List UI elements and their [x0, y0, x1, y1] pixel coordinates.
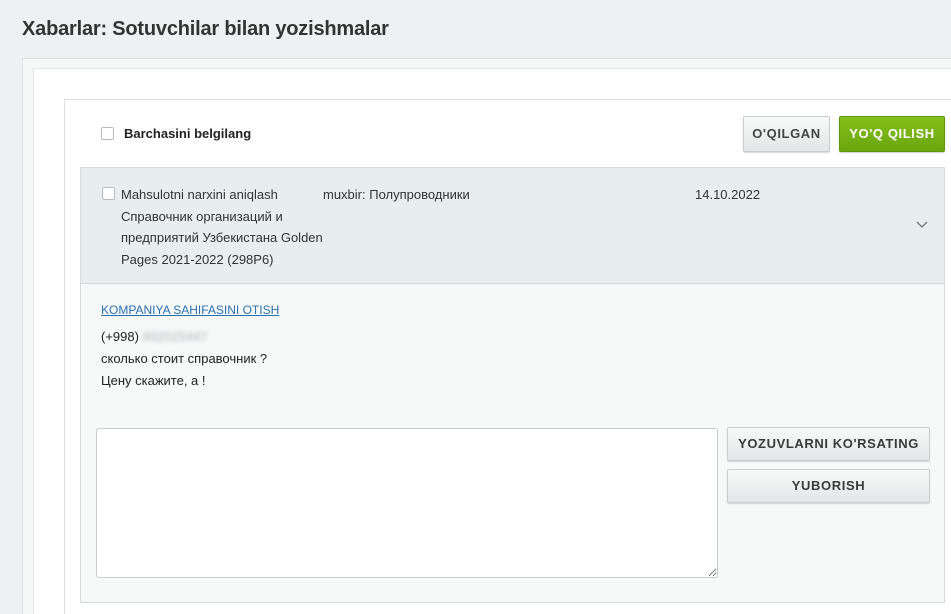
- phone-number: 932025447: [142, 329, 208, 344]
- delete-button[interactable]: YO'Q QILISH: [839, 116, 945, 152]
- reply-textarea[interactable]: [96, 428, 718, 578]
- show-notes-button[interactable]: YOZUVLARNI KO'RSATING: [727, 427, 930, 461]
- message-text-line-1: сколько стоит справочник ?: [101, 351, 268, 366]
- message-sender: muxbir: Полупроводники: [323, 187, 470, 202]
- message-subject: Mahsulotni narxini aniqlash Справочник о…: [121, 187, 323, 267]
- send-button[interactable]: YUBORISH: [727, 469, 930, 503]
- select-all-checkbox[interactable]: [101, 127, 114, 140]
- message-date: 14.10.2022: [695, 187, 761, 202]
- message-checkbox[interactable]: [102, 187, 115, 200]
- chevron-down-icon[interactable]: [915, 219, 929, 229]
- phone-line: (+998) 932025447: [101, 326, 267, 348]
- company-page-link[interactable]: KOMPANIYA SAHIFASINI OTISH: [101, 303, 279, 317]
- select-all-label: Barchasini belgilang: [124, 126, 252, 141]
- message-body: (+998) 932025447 сколько стоит справочни…: [101, 326, 267, 392]
- select-all[interactable]: Barchasini belgilang: [101, 126, 251, 141]
- mark-read-button[interactable]: O'QILGAN: [743, 116, 830, 152]
- message-text-line-2: Цену скажите, а !: [101, 373, 206, 388]
- page-title: Xabarlar: Sotuvchilar bilan yozishmalar: [22, 18, 389, 40]
- phone-prefix: (+998): [101, 329, 139, 344]
